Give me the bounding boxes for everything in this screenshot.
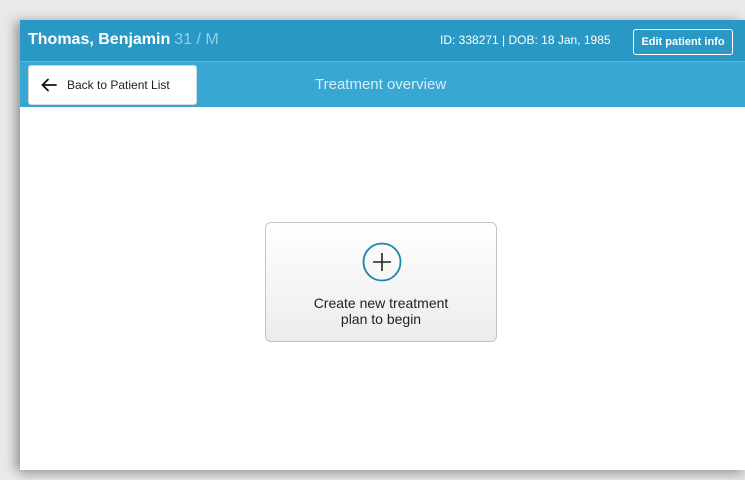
app-window: Thomas, Benjamin 31 / M ID: 338271 | DOB:… — [20, 20, 745, 470]
patient-header: Thomas, Benjamin 31 / M ID: 338271 | DOB:… — [20, 20, 745, 62]
patient-id-dob: ID: 338271 | DOB: 18 Jan, 1985 — [440, 33, 611, 47]
create-treatment-plan-button[interactable]: Create new treatment plan to begin — [265, 222, 497, 342]
patient-age-sex: 31 / M — [174, 31, 219, 48]
create-label-line-1: Create new treatment — [313, 295, 449, 311]
edit-patient-info-button[interactable]: Edit patient info — [633, 29, 733, 55]
plus-circle-icon — [362, 242, 402, 282]
create-treatment-plan-label: Create new treatment plan to begin — [266, 295, 496, 327]
page-title: Treatment overview — [315, 76, 447, 93]
create-label-line-2: plan to begin — [340, 311, 422, 327]
navigation-bar: Back to Patient List Treatment overview — [20, 62, 745, 107]
patient-name-block: Thomas, Benjamin 31 / M — [28, 31, 219, 49]
back-to-patient-list-button[interactable]: Back to Patient List — [28, 65, 197, 105]
patient-name: Thomas, Benjamin — [28, 31, 171, 48]
arrow-left-icon — [41, 78, 57, 92]
back-button-label: Back to Patient List — [67, 78, 170, 92]
treatment-content-area: Create new treatment plan to begin — [20, 107, 745, 470]
